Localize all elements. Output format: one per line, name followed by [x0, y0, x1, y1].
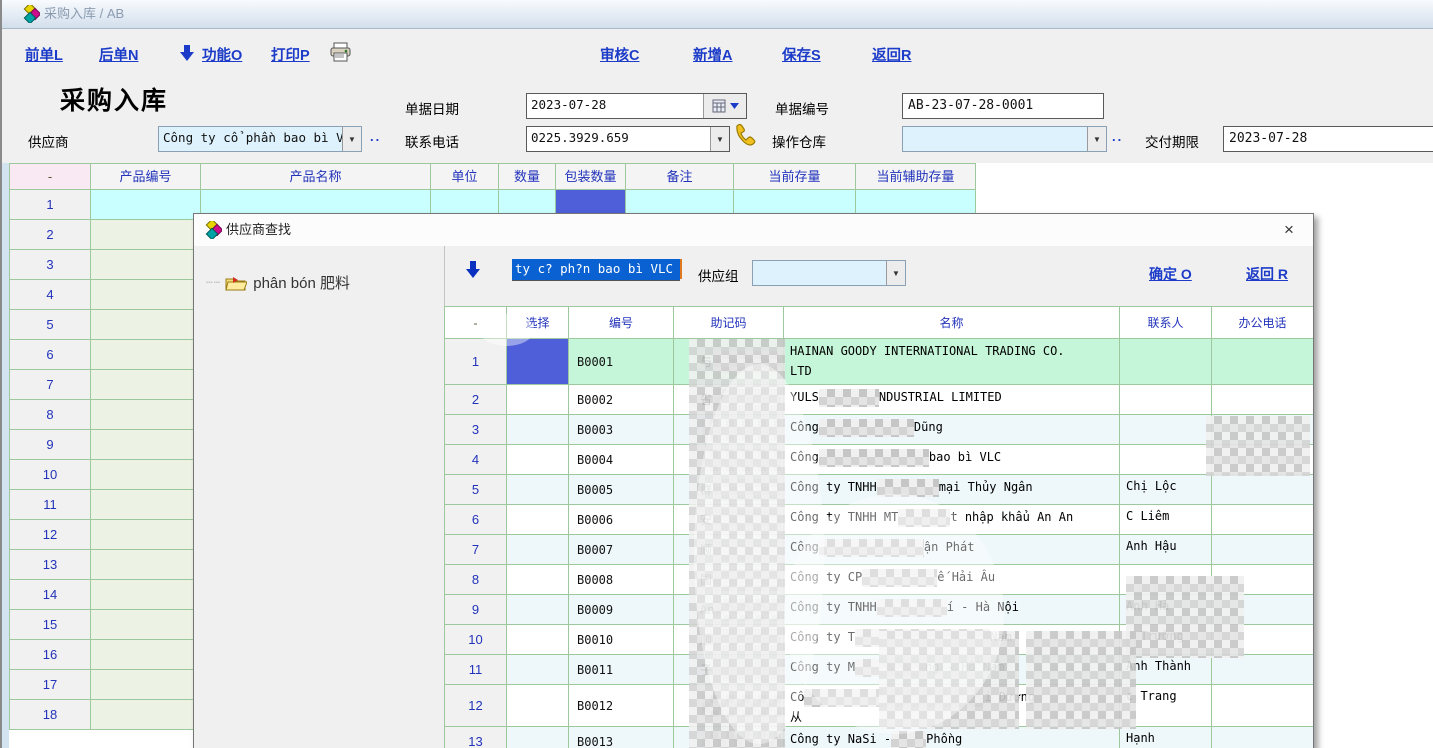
- warehouse-label: 操作仓库: [772, 131, 826, 151]
- down-arrow-icon: [180, 45, 194, 61]
- window-title: 采购入库 / AB: [44, 0, 124, 28]
- phone-dropdown-button[interactable]: ▼: [710, 127, 729, 151]
- table-row[interactable]: 1B0001与HAINAN GOODY INTERNATIONAL TRADIN…: [445, 339, 1314, 385]
- tree-item-label: phân bón 肥料: [253, 272, 350, 293]
- select-cell[interactable]: [507, 475, 569, 505]
- save-button[interactable]: 保存S: [782, 44, 821, 65]
- audit-button[interactable]: 审核C: [600, 44, 639, 65]
- doc-form: 采购入库 单据日期 2023-07-28 单据编号 AB-23-07-28-00…: [0, 77, 1433, 163]
- supplier-group-value: [753, 261, 886, 285]
- close-icon[interactable]: ×: [1279, 220, 1299, 240]
- dialog-logo-icon: [202, 221, 222, 239]
- smudge-overlay: [784, 494, 1004, 734]
- select-cell[interactable]: [507, 535, 569, 565]
- supplier-table-header: -选择编号助记码名称联系人办公电话: [445, 307, 1314, 339]
- column-header[interactable]: 名称: [784, 307, 1120, 339]
- back-button[interactable]: 返回R: [872, 44, 911, 65]
- supplier-group-combo[interactable]: ▼: [752, 260, 906, 286]
- table-row[interactable]: 2B0002省YULSNDUSTRIAL LIMITED: [445, 385, 1314, 415]
- doc-no-input[interactable]: AB-23-07-28-0001: [902, 93, 1104, 119]
- column-header[interactable]: 包装数量: [556, 164, 626, 190]
- doc-no-label: 单据编号: [775, 98, 829, 118]
- phone-icon[interactable]: [733, 123, 757, 147]
- column-header[interactable]: 助记码: [674, 307, 784, 339]
- calendar-dropdown-button[interactable]: [703, 94, 746, 118]
- column-header[interactable]: 数量: [499, 164, 556, 190]
- select-cell[interactable]: [507, 685, 569, 727]
- text-cursor: [680, 259, 682, 279]
- deadline-input[interactable]: 2023-07-28: [1223, 126, 1433, 152]
- select-cell[interactable]: [507, 385, 569, 415]
- supplier-group-dropdown-button[interactable]: ▼: [886, 261, 905, 285]
- app-logo-icon: [20, 5, 40, 23]
- phone-value: 0225.3929.659: [527, 127, 710, 151]
- printer-icon[interactable]: [330, 42, 352, 62]
- open-folder-icon: [225, 275, 247, 291]
- phone-label: 联系电话: [405, 131, 459, 151]
- doc-date-value: 2023-07-28: [527, 94, 703, 118]
- column-header[interactable]: 产品名称: [201, 164, 431, 190]
- tree-branch-dots: ┄┄: [206, 276, 221, 289]
- supplier-dropdown-button[interactable]: ▼: [342, 127, 361, 151]
- ok-button[interactable]: 确定 O: [1149, 264, 1192, 284]
- column-header[interactable]: 联系人: [1120, 307, 1212, 339]
- redaction-mosaic: [1026, 631, 1136, 729]
- supplier-search-dialog: 供应商查找 × ┄┄ phân bón 肥料 ty c? ph?n bao bì…: [193, 213, 1314, 748]
- column-header[interactable]: 当前辅助存量: [856, 164, 976, 190]
- column-header[interactable]: 办公电话: [1212, 307, 1314, 339]
- search-input[interactable]: ty c? ph?n bao bì VLC: [512, 259, 680, 281]
- table-row[interactable]: 3B0003CôngDũng: [445, 415, 1314, 445]
- select-cell[interactable]: [507, 625, 569, 655]
- print-button[interactable]: 打印P: [271, 44, 310, 65]
- column-header[interactable]: 产品编号: [91, 164, 201, 190]
- dialog-titlebar: 供应商查找 ×: [194, 214, 1313, 246]
- column-header[interactable]: 当前存量: [734, 164, 856, 190]
- select-cell[interactable]: [507, 445, 569, 475]
- select-cell[interactable]: [507, 655, 569, 685]
- supplier-group-label: 供应组: [698, 265, 739, 285]
- next-doc-button[interactable]: 后单N: [99, 44, 138, 65]
- phone-combo[interactable]: 0225.3929.659 ▼: [526, 126, 730, 152]
- redaction-mosaic: [1126, 576, 1244, 658]
- prev-doc-button[interactable]: 前单L: [25, 44, 63, 65]
- main-toolbar: 前单L 后单N 功能O 打印P 审核C 新增A 保存S 返回R: [0, 29, 1433, 77]
- add-button[interactable]: 新增A: [693, 44, 732, 65]
- tree-item-supplier-group[interactable]: ┄┄ phân bón 肥料: [206, 272, 350, 293]
- column-header[interactable]: 编号: [569, 307, 674, 339]
- column-header[interactable]: 单位: [431, 164, 499, 190]
- smudge-overlay: [479, 314, 534, 346]
- select-cell[interactable]: [507, 415, 569, 445]
- warehouse-lookup-dots[interactable]: ..: [1112, 129, 1123, 144]
- select-cell[interactable]: [507, 505, 569, 535]
- return-button[interactable]: 返回 R: [1246, 264, 1288, 284]
- doc-date-label: 单据日期: [405, 98, 459, 118]
- warehouse-dropdown-button[interactable]: ▼: [1087, 127, 1106, 151]
- column-header[interactable]: 备注: [626, 164, 734, 190]
- function-menu-button[interactable]: 功能O: [202, 44, 242, 65]
- search-selected-text: ty c? ph?n bao bì VLC: [512, 259, 680, 279]
- grid-left-strip: [2, 163, 9, 748]
- select-cell[interactable]: [507, 565, 569, 595]
- deadline-label: 交付期限: [1145, 131, 1199, 151]
- supplier-lookup-dots[interactable]: ..: [370, 129, 381, 144]
- table-row[interactable]: 4B0004Côngbao bì VLC: [445, 445, 1314, 475]
- select-cell[interactable]: [507, 595, 569, 625]
- select-cell[interactable]: [507, 727, 569, 748]
- search-down-arrow-icon: [466, 261, 480, 278]
- page-title: 采购入库: [60, 81, 168, 117]
- redaction-mosaic: [1206, 416, 1310, 476]
- product-grid-header: -产品编号产品名称单位数量包装数量备注当前存量当前辅助存量: [10, 164, 976, 190]
- supplier-label: 供应商: [28, 131, 69, 151]
- warehouse-value: [903, 127, 1087, 151]
- app-window: 采购入库 / AB 前单L 后单N 功能O 打印P 审核C 新增A 保存S 返回…: [0, 0, 1433, 748]
- warehouse-combo[interactable]: ▼: [902, 126, 1107, 152]
- select-cell[interactable]: [507, 339, 569, 385]
- supplier-combo[interactable]: Công ty cổ phần bao bì V ▼: [158, 126, 362, 152]
- doc-date-field[interactable]: 2023-07-28: [526, 93, 747, 119]
- supplier-value: Công ty cổ phần bao bì V: [159, 127, 342, 151]
- window-titlebar: 采购入库 / AB: [0, 0, 1433, 29]
- column-header[interactable]: -: [10, 164, 91, 190]
- dialog-title: 供应商查找: [226, 214, 291, 246]
